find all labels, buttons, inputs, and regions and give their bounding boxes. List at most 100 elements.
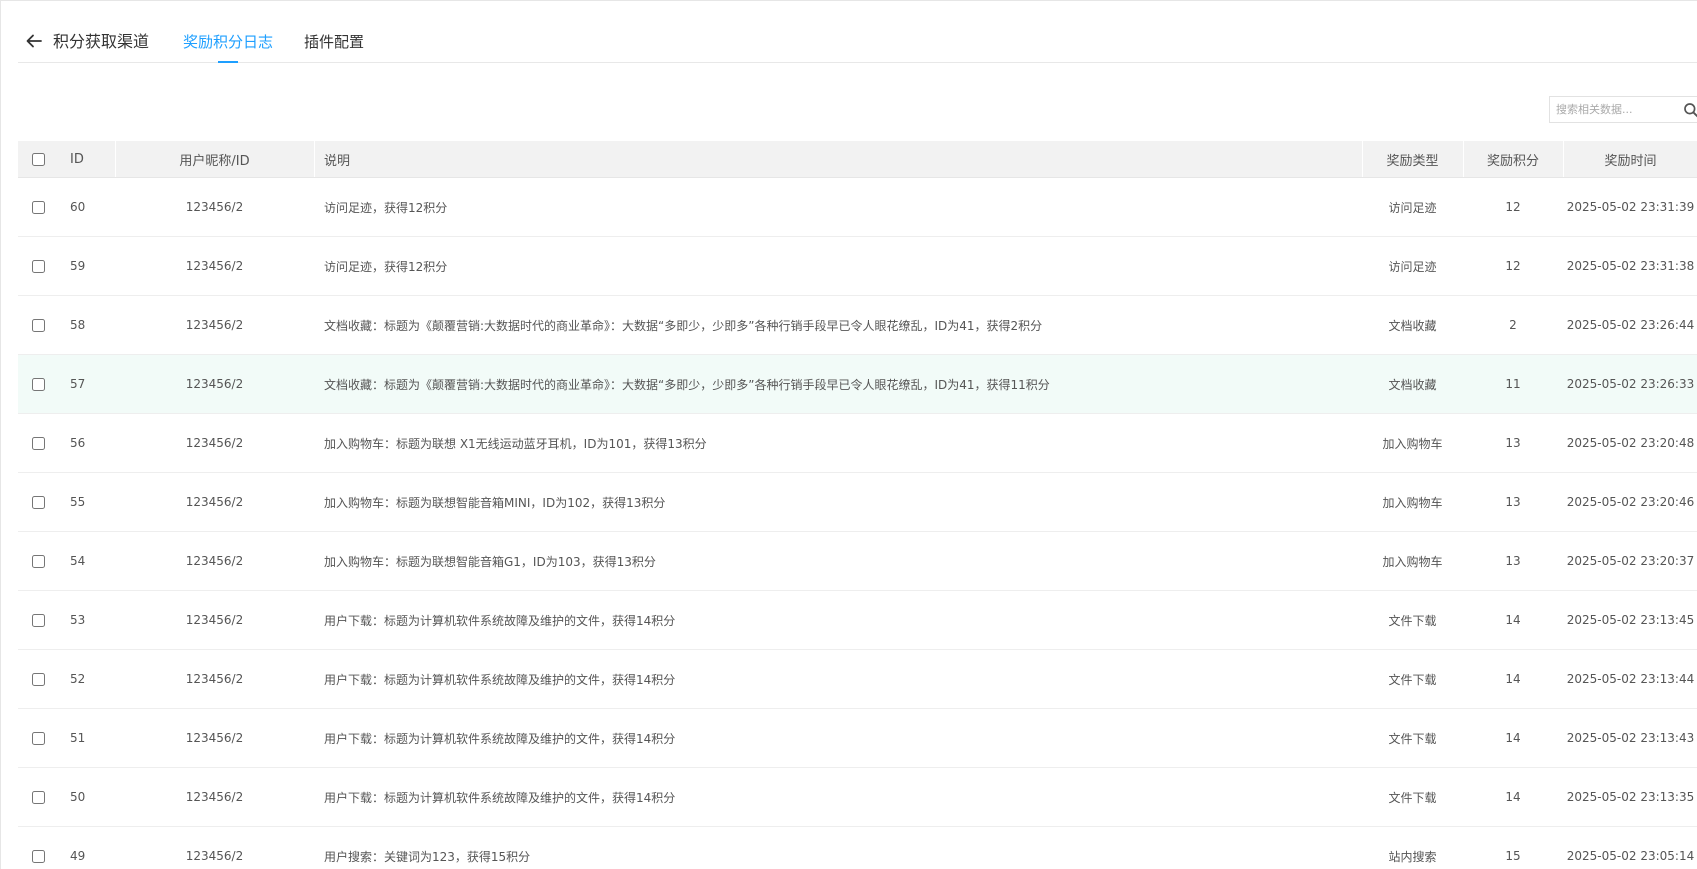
table-row[interactable]: 56 123456/2 加入购物车：标题为联想 X1无线运动蓝牙耳机，ID为101，… (18, 414, 1697, 473)
row-checkbox[interactable] (31, 436, 45, 450)
column-divider (115, 141, 116, 177)
table-row[interactable]: 51 123456/2 用户下载：标题为计算机软件系统故障及维护的文件，获得14积分… (18, 709, 1697, 768)
row-description-cell: 文档收藏：标题为《颠覆营销:大数据时代的商业革命》：大数据“多即少，少即多”各种… (324, 377, 1050, 392)
row-id-cell: 50 (70, 790, 86, 804)
row-description-cell: 用户下载：标题为计算机软件系统故障及维护的文件，获得14积分 (324, 790, 676, 805)
row-reward-type-cell: 访问足迹 (1388, 200, 1437, 215)
row-reward-points-cell: 13 (1505, 554, 1521, 568)
table-row[interactable]: 54 123456/2 加入购物车：标题为联想智能音箱G1，ID为103，获得13积… (18, 532, 1697, 591)
row-checkbox-cell (18, 237, 58, 295)
row-reward-type-cell: 文档收藏 (1388, 318, 1437, 333)
table-row[interactable]: 60 123456/2 访问足迹，获得12积分 访问足迹 12 2025-05-02 23… (18, 178, 1697, 237)
row-reward-points-cell: 12 (1505, 259, 1521, 273)
row-reward-type-cell: 文档收藏 (1388, 377, 1437, 392)
table-row[interactable]: 52 123456/2 用户下载：标题为计算机软件系统故障及维护的文件，获得14积分… (18, 650, 1697, 709)
row-id-cell: 60 (70, 200, 86, 214)
table-row[interactable]: 55 123456/2 加入购物车：标题为联想智能音箱MINI，ID为102，获得1… (18, 473, 1697, 532)
table-header-row: ID 用户昵称/ID 说明 奖励类型 奖励积分 奖励时间 (18, 141, 1697, 178)
row-checkbox[interactable] (31, 495, 45, 509)
column-header-desc[interactable]: 说明 (314, 141, 1362, 177)
table-row[interactable]: 59 123456/2 访问足迹，获得12积分 访问足迹 12 2025-05-02 23… (18, 237, 1697, 296)
row-reward-type-cell: 站内搜索 (1388, 849, 1437, 864)
row-reward-time-cell: 2025-05-02 23:13:44 (1566, 672, 1695, 686)
row-reward-type-cell: 加入购物车 (1382, 495, 1443, 510)
row-user-cell: 123456/2 (185, 200, 244, 214)
row-checkbox-cell (18, 355, 58, 413)
row-reward-time-cell: 2025-05-02 23:31:39 (1566, 200, 1695, 214)
row-description-cell: 用户下载：标题为计算机软件系统故障及维护的文件，获得14积分 (324, 613, 676, 628)
row-reward-points-cell: 14 (1505, 672, 1521, 686)
row-reward-time-cell: 2025-05-02 23:13:43 (1566, 731, 1695, 745)
row-reward-points-cell: 14 (1505, 790, 1521, 804)
row-user-cell: 123456/2 (185, 613, 244, 627)
row-checkbox[interactable] (31, 790, 45, 804)
column-divider (314, 141, 315, 177)
column-divider (1563, 141, 1564, 177)
row-user-cell: 123456/2 (185, 377, 244, 391)
row-reward-time-cell: 2025-05-02 23:05:14 (1566, 849, 1695, 863)
row-description-cell: 访问足迹，获得12积分 (324, 259, 448, 274)
row-description-cell: 文档收藏：标题为《颠覆营销:大数据时代的商业革命》：大数据“多即少，少即多”各种… (324, 318, 1043, 333)
column-header-id[interactable]: ID (58, 141, 115, 177)
column-divider (1362, 141, 1363, 177)
tab-reward-log[interactable]: 奖励积分日志 (183, 31, 273, 53)
row-description-cell: 用户搜索：关键词为123，获得15积分 (324, 849, 531, 864)
column-divider (1463, 141, 1464, 177)
row-id-cell: 52 (70, 672, 86, 686)
row-reward-points-cell: 12 (1505, 200, 1521, 214)
row-checkbox[interactable] (31, 554, 45, 568)
header-checkbox-cell (18, 141, 58, 177)
search-icon[interactable] (1683, 102, 1697, 118)
row-checkbox-cell (18, 827, 58, 869)
row-reward-type-cell: 文件下载 (1388, 613, 1437, 628)
row-description-cell: 加入购物车：标题为联想智能音箱G1，ID为103，获得13积分 (324, 554, 656, 569)
row-id-cell: 58 (70, 318, 86, 332)
row-description-cell: 用户下载：标题为计算机软件系统故障及维护的文件，获得14积分 (324, 731, 676, 746)
row-reward-time-cell: 2025-05-02 23:20:46 (1566, 495, 1695, 509)
row-id-cell: 54 (70, 554, 86, 568)
column-header-points[interactable]: 奖励积分 (1463, 141, 1563, 177)
row-description-cell: 加入购物车：标题为联想智能音箱MINI，ID为102，获得13积分 (324, 495, 666, 510)
row-user-cell: 123456/2 (185, 318, 244, 332)
row-user-cell: 123456/2 (185, 672, 244, 686)
row-description-cell: 用户下载：标题为计算机软件系统故障及维护的文件，获得14积分 (324, 672, 676, 687)
row-checkbox[interactable] (31, 377, 45, 391)
row-reward-type-cell: 文件下载 (1388, 731, 1437, 746)
row-id-cell: 59 (70, 259, 86, 273)
table-row[interactable]: 57 123456/2 文档收藏：标题为《颠覆营销:大数据时代的商业革命》：大数据“… (18, 355, 1697, 414)
row-reward-points-cell: 13 (1505, 495, 1521, 509)
row-id-cell: 53 (70, 613, 86, 627)
table-row[interactable]: 50 123456/2 用户下载：标题为计算机软件系统故障及维护的文件，获得14积分… (18, 768, 1697, 827)
row-reward-time-cell: 2025-05-02 23:26:44 (1566, 318, 1695, 332)
table-row[interactable]: 53 123456/2 用户下载：标题为计算机软件系统故障及维护的文件，获得14积分… (18, 591, 1697, 650)
reward-log-table: ID 用户昵称/ID 说明 奖励类型 奖励积分 奖励时间 60 123456/2 访… (18, 141, 1697, 869)
column-header-type[interactable]: 奖励类型 (1362, 141, 1463, 177)
search-box (1549, 96, 1697, 123)
row-checkbox[interactable] (31, 672, 45, 686)
row-id-cell: 51 (70, 731, 86, 745)
row-checkbox[interactable] (31, 259, 45, 273)
row-reward-type-cell: 文件下载 (1388, 790, 1437, 805)
row-reward-points-cell: 11 (1505, 377, 1521, 391)
row-user-cell: 123456/2 (185, 790, 244, 804)
tab-plugin-config[interactable]: 插件配置 (304, 31, 364, 53)
table-row[interactable]: 58 123456/2 文档收藏：标题为《颠覆营销:大数据时代的商业革命》：大数据“… (18, 296, 1697, 355)
row-checkbox[interactable] (31, 731, 45, 745)
row-checkbox-cell (18, 414, 58, 472)
row-checkbox[interactable] (31, 318, 45, 332)
row-reward-points-cell: 14 (1505, 731, 1521, 745)
row-description-cell: 访问足迹，获得12积分 (324, 200, 448, 215)
search-input[interactable] (1550, 97, 1682, 122)
row-id-cell: 55 (70, 495, 86, 509)
column-header-user[interactable]: 用户昵称/ID (115, 141, 314, 177)
page: 积分获取渠道 奖励积分日志 插件配置 ID 用户昵称/ID 说明 奖励类型 奖励… (0, 0, 1697, 869)
select-all-checkbox[interactable] (31, 152, 45, 166)
row-description-cell: 加入购物车：标题为联想 X1无线运动蓝牙耳机，ID为101，获得13积分 (324, 436, 707, 451)
tab-points-channels[interactable]: 积分获取渠道 (53, 31, 149, 53)
table-row[interactable]: 49 123456/2 用户搜索：关键词为123，获得15积分 站内搜索 15 2025-… (18, 827, 1697, 869)
row-checkbox[interactable] (31, 849, 45, 863)
back-arrow-icon[interactable] (24, 31, 44, 51)
row-checkbox[interactable] (31, 200, 45, 214)
column-header-time[interactable]: 奖励时间 (1563, 141, 1697, 177)
row-checkbox[interactable] (31, 613, 45, 627)
